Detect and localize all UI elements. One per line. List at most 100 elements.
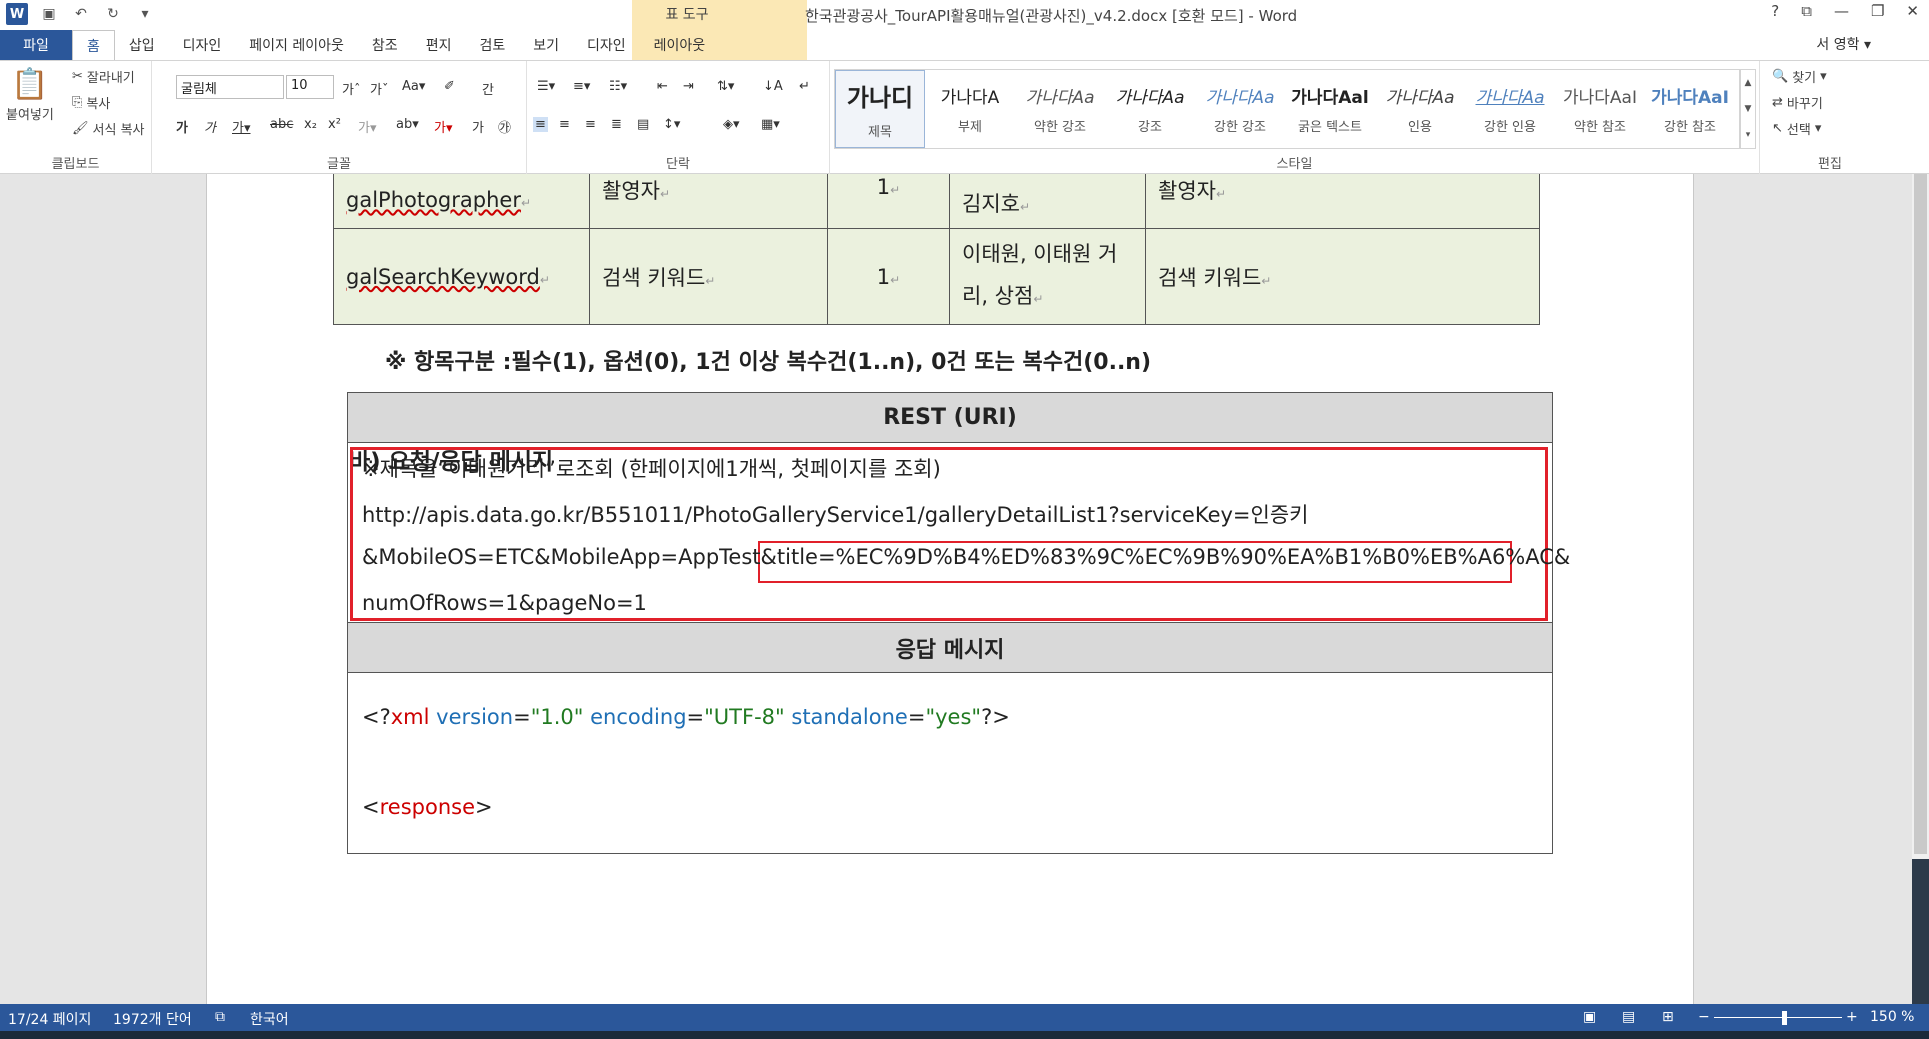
style-quote[interactable]: 가나다Aa 인용	[1375, 70, 1465, 148]
zoom-in-icon[interactable]: +	[1846, 1009, 1858, 1025]
language[interactable]: 한국어	[250, 1009, 289, 1029]
table-cell[interactable]: 촬영자↵	[1145, 174, 1540, 229]
request-cell[interactable]: ※제목을“이태원거리”로조회 (한페이지에1개씩, 첫페이지를 조회) http…	[348, 443, 1570, 623]
show-marks-icon[interactable]: ↵	[799, 79, 810, 94]
tab-table-design[interactable]: 디자인	[573, 30, 640, 60]
save-icon[interactable]: ▣	[38, 3, 60, 25]
align-left-icon[interactable]: ≡	[533, 117, 548, 132]
bold-icon[interactable]: 가	[176, 117, 188, 136]
table-cell[interactable]: 이태원, 이태원 거리, 상점↵	[949, 228, 1146, 325]
cut-button[interactable]: ✂ 잘라내기	[72, 67, 135, 86]
user-account[interactable]: 서 영학 ▾	[1816, 34, 1871, 54]
zoom-level[interactable]: 150 %	[1870, 1009, 1914, 1025]
tab-home[interactable]: 홈	[72, 30, 115, 60]
phonetic-icon[interactable]: 간	[482, 79, 494, 98]
shrink-font-icon[interactable]: 가ˇ	[370, 79, 388, 98]
tab-view[interactable]: 보기	[519, 30, 573, 60]
align-right-icon[interactable]: ≡	[585, 117, 596, 132]
clear-format-icon[interactable]: ✐	[444, 79, 455, 94]
print-layout-icon[interactable]: ▤	[1622, 1009, 1635, 1025]
styles-scroll[interactable]: ▲ ▼ ▾	[1740, 69, 1756, 149]
format-painter-button[interactable]: 🖌 서식 복사	[72, 119, 145, 138]
line-spacing-icon[interactable]: ↕▾	[663, 117, 680, 132]
superscript-icon[interactable]: x²	[328, 117, 341, 132]
char-shading-icon[interactable]: 가	[472, 117, 484, 136]
help-button[interactable]: ?	[1771, 2, 1779, 20]
style-intense-emphasis[interactable]: 가나다Aa 강한 강조	[1195, 70, 1285, 148]
tab-insert[interactable]: 삽입	[115, 30, 169, 60]
redo-icon[interactable]: ↻	[102, 3, 124, 25]
word-count[interactable]: 1972개 단어	[113, 1009, 192, 1029]
font-family-select[interactable]: 굴림체	[176, 75, 284, 99]
align-center-icon[interactable]: ≡	[559, 117, 570, 132]
borders-icon[interactable]: ▦▾	[761, 117, 780, 132]
numbering-icon[interactable]: ≡▾	[573, 79, 590, 94]
text-effects-icon[interactable]: 가▾	[358, 117, 377, 136]
table-cell[interactable]: 1↵	[827, 228, 950, 325]
tab-review[interactable]: 검토	[465, 30, 519, 60]
style-intense-quote[interactable]: 가나다Aa 강한 인용	[1465, 70, 1555, 148]
table-cell[interactable]: 검색 키워드↵	[589, 228, 828, 325]
select-button[interactable]: ↖ 선택 ▾	[1772, 119, 1821, 138]
document-page[interactable]: galPhotographer↵ 촬영자↵ 1↵ 김지호↵ 촬영자↵ galSe…	[206, 174, 1694, 1004]
grow-font-icon[interactable]: 가ˆ	[342, 79, 360, 98]
text-direction-icon[interactable]: ⇅▾	[717, 79, 734, 94]
zoom-slider-thumb[interactable]	[1782, 1011, 1787, 1025]
bullets-icon[interactable]: ☰▾	[537, 79, 555, 94]
zoom-slider[interactable]	[1714, 1017, 1842, 1018]
copy-button[interactable]: ⎘ 복사	[72, 93, 110, 112]
minimize-button[interactable]: —	[1834, 2, 1849, 20]
proofing-icon[interactable]: ⧉	[215, 1009, 225, 1025]
read-mode-icon[interactable]: ▣	[1583, 1009, 1596, 1025]
style-intense-reference[interactable]: 가나다AaI 강한 참조	[1645, 70, 1735, 148]
tab-file[interactable]: 파일	[0, 30, 72, 60]
close-button[interactable]: ✕	[1906, 2, 1919, 20]
sort-icon[interactable]: ↓A	[763, 79, 783, 94]
find-button[interactable]: 🔍 찾기 ▾	[1772, 67, 1827, 86]
table-cell[interactable]: 촬영자↵	[589, 174, 828, 229]
table-cell[interactable]: 검색 키워드↵	[1145, 228, 1540, 325]
increase-indent-icon[interactable]: ⇥	[683, 79, 694, 94]
scroll-thumb[interactable]	[1914, 174, 1927, 854]
style-subtle-reference[interactable]: 가나다AaI 약한 참조	[1555, 70, 1645, 148]
underline-icon[interactable]: 가▾	[232, 117, 251, 136]
italic-icon[interactable]: 가	[204, 117, 216, 136]
tab-design[interactable]: 디자인	[169, 30, 236, 60]
paste-button[interactable]: 📋 붙여넣기	[6, 67, 54, 123]
highlight-icon[interactable]: ab▾	[396, 117, 419, 132]
tab-mailings[interactable]: 편지	[412, 30, 466, 60]
char-border-icon[interactable]: ㉮	[498, 117, 511, 136]
font-size-select[interactable]: 10	[286, 75, 334, 99]
vertical-scrollbar[interactable]	[1912, 174, 1929, 1004]
multilevel-icon[interactable]: ☷▾	[609, 79, 627, 94]
font-color-icon[interactable]: 가▾	[434, 117, 453, 136]
table-cell[interactable]: 김지호↵	[949, 174, 1146, 229]
undo-icon[interactable]: ↶	[70, 3, 92, 25]
style-subtle-emphasis[interactable]: 가나다Aa 약한 강조	[1015, 70, 1105, 148]
style-emphasis[interactable]: 가나다Aa 강조	[1105, 70, 1195, 148]
response-cell[interactable]: <?xml version="1.0" encoding="UTF-8" sta…	[348, 673, 1552, 853]
page-count[interactable]: 17/24 페이지	[8, 1009, 91, 1029]
style-strong[interactable]: 가나다Aal 굵은 텍스트	[1285, 70, 1375, 148]
table-cell[interactable]: galSearchKeyword↵	[333, 228, 590, 325]
web-layout-icon[interactable]: ⊞	[1662, 1009, 1674, 1025]
zoom-out-icon[interactable]: −	[1698, 1009, 1710, 1025]
replace-button[interactable]: ⇄ 바꾸기	[1772, 93, 1823, 112]
style-subtitle[interactable]: 가나다A 부제	[925, 70, 1015, 148]
subscript-icon[interactable]: x₂	[304, 117, 317, 132]
tab-table-layout[interactable]: 레이아웃	[640, 30, 720, 60]
customize-qat-icon[interactable]: ▾	[134, 3, 156, 25]
shading-icon[interactable]: ◈▾	[723, 117, 740, 132]
strikethrough-icon[interactable]: abc	[270, 117, 293, 132]
tab-page-layout[interactable]: 페이지 레이아웃	[235, 30, 358, 60]
change-case-icon[interactable]: Aa▾	[402, 79, 425, 94]
justify-icon[interactable]: ≣	[611, 117, 622, 132]
tab-references[interactable]: 참조	[358, 30, 412, 60]
table-cell[interactable]: 1↵	[827, 174, 950, 229]
distributed-icon[interactable]: ▤	[637, 117, 649, 132]
table-cell[interactable]: galPhotographer↵	[333, 174, 590, 229]
restore-button[interactable]: ❐	[1871, 2, 1884, 20]
ribbon-display-button[interactable]: ⧉	[1801, 2, 1812, 20]
style-title[interactable]: 가나디 제목	[835, 70, 925, 148]
decrease-indent-icon[interactable]: ⇤	[657, 79, 668, 94]
